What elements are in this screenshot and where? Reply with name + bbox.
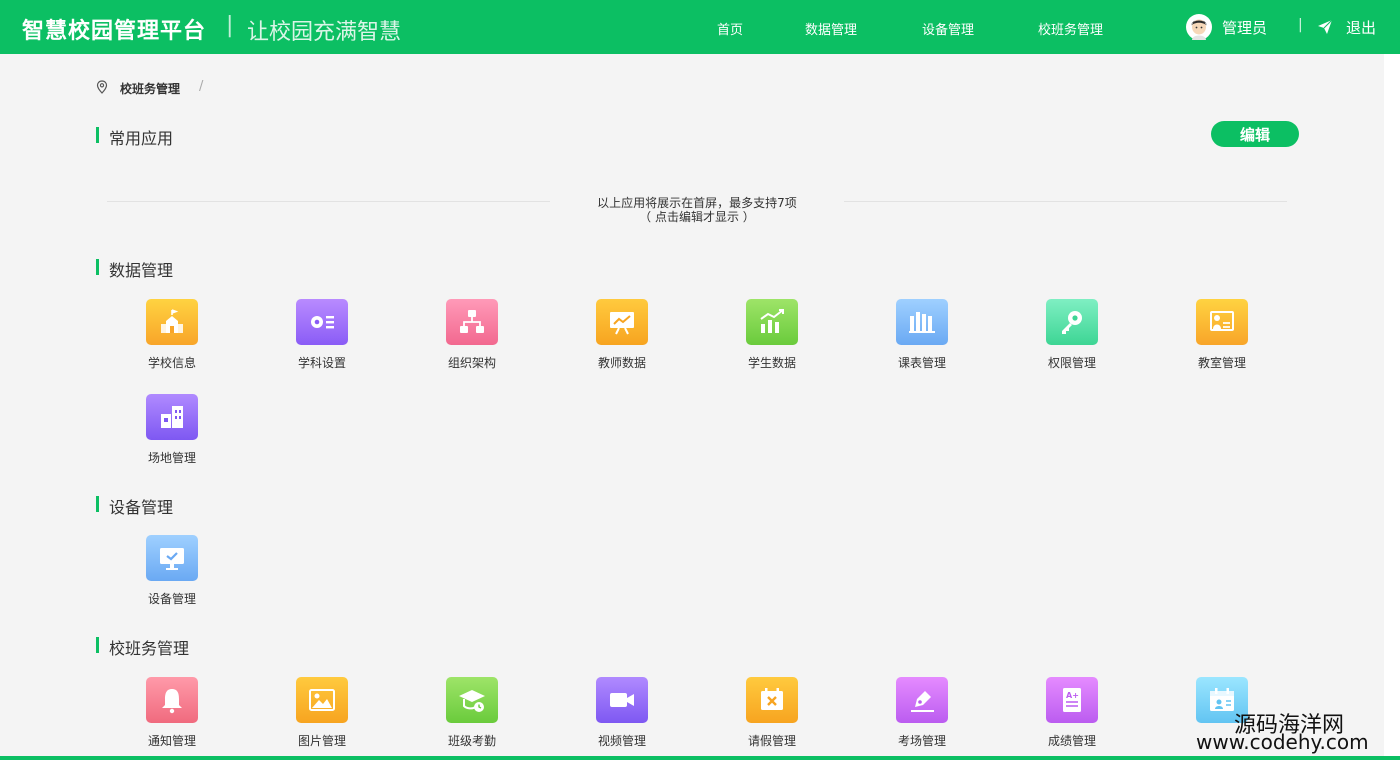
app-label: 设备管理: [147, 592, 196, 606]
app-label: 权限管理: [1047, 356, 1096, 370]
edit-button[interactable]: 编辑: [1211, 121, 1299, 147]
video-icon: [596, 677, 648, 723]
app-subject-settings[interactable]: 学科设置: [267, 299, 377, 371]
app-exam-room[interactable]: 考场管理: [867, 677, 977, 749]
app-teacher-data[interactable]: 教师数据: [567, 299, 677, 371]
divider: [844, 201, 1287, 202]
leave-icon: [746, 677, 798, 723]
app-classroom[interactable]: 教室管理: [1167, 299, 1277, 371]
student-data-icon: [746, 299, 798, 345]
app-permissions[interactable]: 权限管理: [1017, 299, 1127, 371]
app-label: 组织架构: [447, 356, 496, 370]
app-label: 学生数据: [747, 356, 796, 370]
app-label: 图片管理: [297, 734, 346, 748]
timetable-icon: [896, 299, 948, 345]
app-label: 视频管理: [597, 734, 646, 748]
nav-device-management[interactable]: 设备管理: [922, 19, 974, 38]
top-bar: 智慧校园管理平台 | 让校园充满智慧 首页 数据管理 设备管理 校班务管理 管理…: [0, 0, 1400, 54]
class-affairs-title: 校班务管理: [109, 639, 190, 658]
image-icon: [296, 677, 348, 723]
hint-line-1: 以上应用将展示在首屏，最多支持7项: [597, 196, 797, 210]
nav-data-management[interactable]: 数据管理: [805, 19, 857, 38]
common-apps-hint: 以上应用将展示在首屏，最多支持7项 （ 点击编辑才显示 ）: [552, 196, 842, 224]
app-org-chart[interactable]: 组织架构: [417, 299, 527, 371]
app-label: 学科设置: [297, 356, 346, 370]
school-icon: [146, 299, 198, 345]
subject-settings-icon: [296, 299, 348, 345]
brand-title: 智慧校园管理平台: [22, 19, 207, 44]
common-apps-title: 常用应用: [109, 129, 174, 148]
bell-icon: [146, 677, 198, 723]
app-images[interactable]: 图片管理: [267, 677, 377, 749]
classroom-icon: [1196, 299, 1248, 345]
divider: [107, 201, 550, 202]
teacher-data-icon: [596, 299, 648, 345]
avatar[interactable]: [1186, 14, 1212, 40]
app-notice[interactable]: 通知管理: [117, 677, 227, 749]
section-marker: [96, 127, 99, 143]
nav-home[interactable]: 首页: [717, 19, 743, 38]
grade-icon: A+: [1046, 677, 1098, 723]
paper-plane-icon[interactable]: [1318, 20, 1332, 34]
app-label: 教室管理: [1197, 356, 1246, 370]
svg-text:A+: A+: [1066, 691, 1079, 700]
logout-button[interactable]: 退出: [1346, 17, 1376, 38]
bottom-accent-bar: [0, 756, 1400, 760]
app-label: 学校信息: [147, 356, 196, 370]
app-school-info[interactable]: 学校信息: [117, 299, 227, 371]
app-label: 请假管理: [747, 734, 796, 748]
user-separator: |: [1298, 17, 1303, 33]
app-label: 场地管理: [147, 451, 196, 465]
monitor-icon: [146, 535, 198, 581]
app-student-data[interactable]: 学生数据: [717, 299, 827, 371]
nav-class-affairs[interactable]: 校班务管理: [1038, 19, 1103, 38]
watermark-url: www.codehy.com: [1196, 730, 1369, 754]
section-marker: [96, 637, 99, 653]
brand-slogan: 让校园充满智慧: [247, 20, 402, 45]
app-label: 班级考勤: [447, 734, 496, 748]
user-name[interactable]: 管理员: [1222, 17, 1267, 38]
section-marker: [96, 259, 99, 275]
scrollbar-track[interactable]: [1384, 54, 1400, 760]
app-timetable[interactable]: 课表管理: [867, 299, 977, 371]
building-icon: [146, 394, 198, 440]
pen-icon: [896, 677, 948, 723]
section-marker: [96, 496, 99, 512]
brand-separator: |: [226, 13, 234, 38]
org-chart-icon: [446, 299, 498, 345]
location-pin-icon: [96, 80, 108, 94]
graduation-cap-icon: [446, 677, 498, 723]
app-label: 通知管理: [147, 734, 196, 748]
app-label: 成绩管理: [1047, 734, 1096, 748]
device-management-title: 设备管理: [109, 498, 174, 517]
app-venue[interactable]: 场地管理: [117, 394, 227, 466]
key-icon: [1046, 299, 1098, 345]
app-grades[interactable]: A+ 成绩管理: [1017, 677, 1127, 749]
app-attendance[interactable]: 班级考勤: [417, 677, 527, 749]
data-management-title: 数据管理: [109, 261, 174, 280]
app-leave[interactable]: 请假管理: [717, 677, 827, 749]
app-label: 课表管理: [897, 356, 946, 370]
app-device-management[interactable]: 设备管理: [117, 535, 227, 607]
app-label: 考场管理: [897, 734, 946, 748]
app-video[interactable]: 视频管理: [567, 677, 677, 749]
breadcrumb-current[interactable]: 校班务管理: [120, 80, 180, 97]
app-label: 教师数据: [597, 356, 646, 370]
hint-line-2: （ 点击编辑才显示 ）: [639, 210, 755, 224]
breadcrumb-separator: /: [199, 79, 204, 94]
